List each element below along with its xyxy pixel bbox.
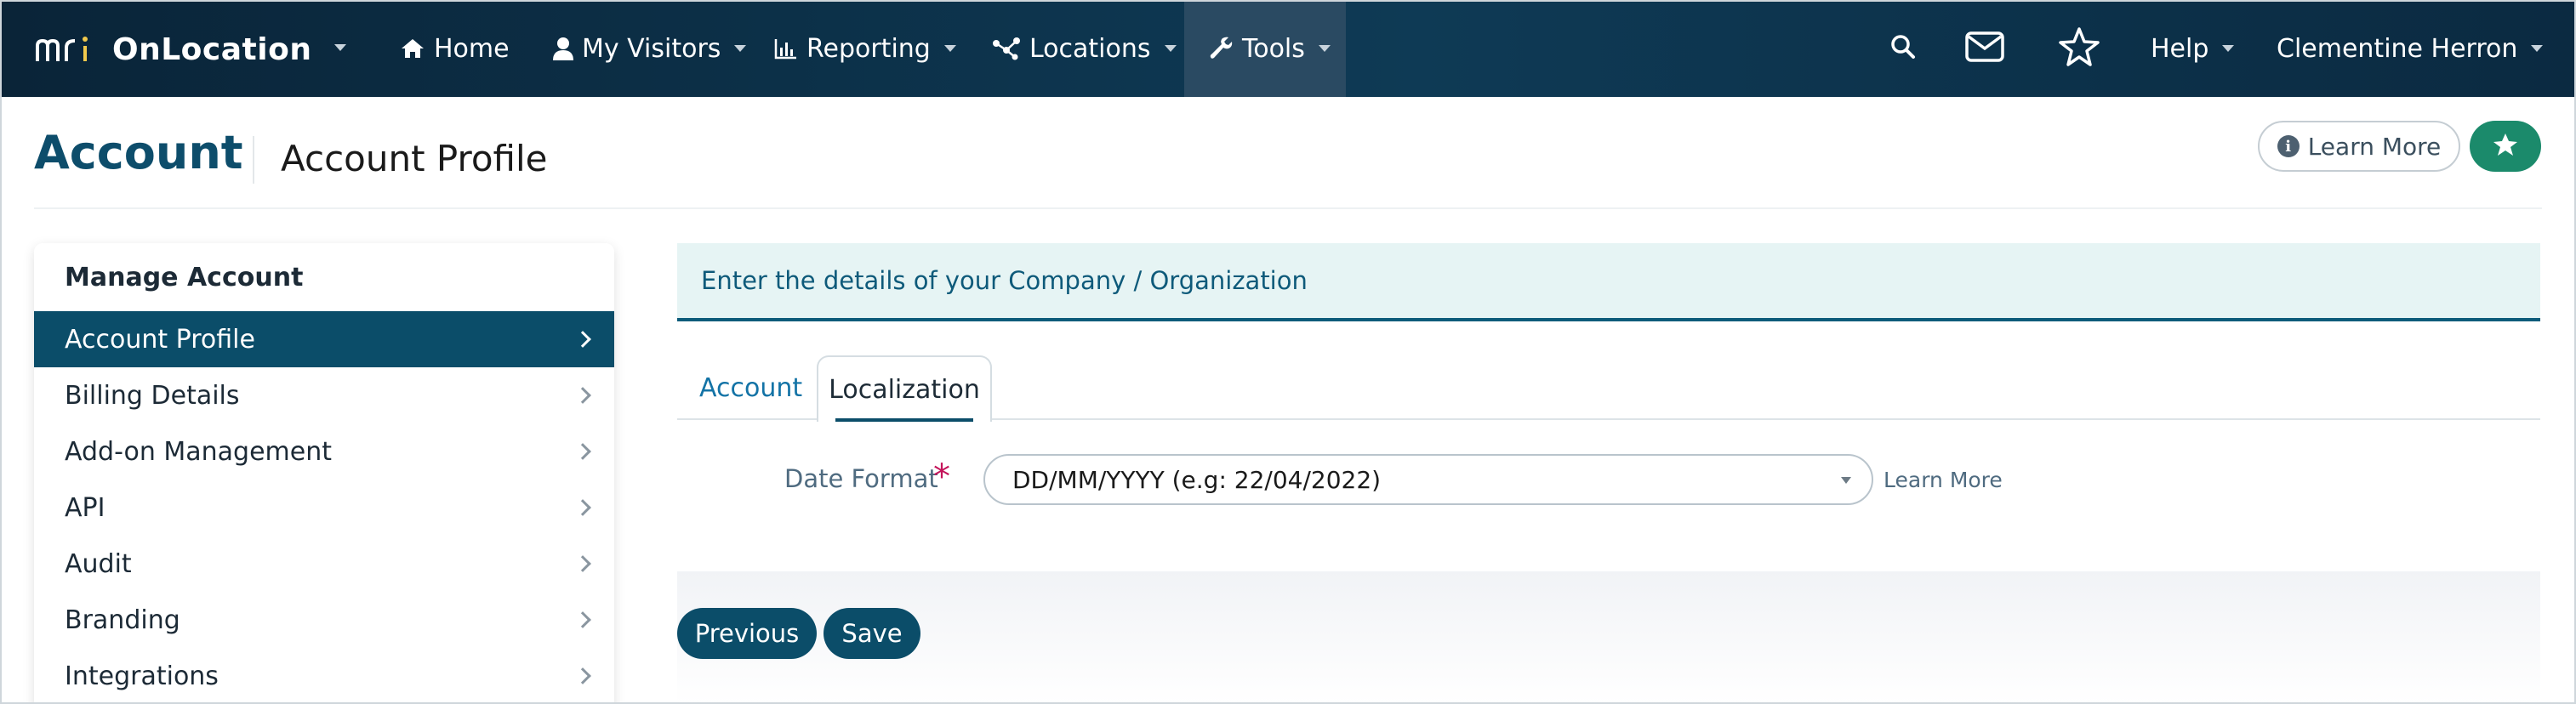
nav-reporting-label: Reporting [806,33,931,64]
previous-button-label: Previous [694,619,800,648]
nav-my-visitors-label: My Visitors [582,33,721,64]
sidebar-item-label: Billing Details [65,380,240,411]
save-button[interactable]: Save [824,608,920,659]
search-button[interactable] [1890,0,1916,97]
nav-my-visitors[interactable]: My Visitors [553,0,747,97]
date-format-label: Date Format [784,464,938,493]
dropdown-arrow-icon [1841,477,1851,484]
sidebar-heading: Manage Account [65,262,304,292]
nav-reporting[interactable]: Reporting [774,0,956,97]
sidebar-item-integrations[interactable]: Integrations [34,648,614,704]
chevron-right-icon [574,555,591,572]
nav-help[interactable]: Help [2151,0,2235,97]
chevron-right-icon [574,443,591,460]
sidebar-item-audit[interactable]: Audit [34,536,614,592]
add-favorite-button[interactable] [2470,121,2541,172]
sidebar-item-account-profile[interactable]: Account Profile [34,311,614,367]
tab-label: Account [699,372,803,403]
alert-text: Enter the details of your Company / Orga… [701,266,1308,295]
save-button-label: Save [841,619,903,648]
mri-logo-icon [36,37,88,61]
user-menu[interactable]: Clementine Herron [2277,0,2544,97]
network-icon [992,37,1021,60]
sidebar-item-label: Account Profile [65,324,255,355]
sidebar-item-label: API [65,492,105,523]
active-tab-indicator [835,418,973,422]
envelope-icon [1965,31,2004,66]
top-navbar: OnLocation Home My Visitors Reporting Lo… [0,0,2576,97]
info-icon: i [2277,135,2300,157]
user-icon [553,37,573,60]
chevron-down-icon [734,45,747,52]
sidebar-item-add-on-management[interactable]: Add-on Management [34,423,614,480]
sidebar-item-billing-details[interactable]: Billing Details [34,367,614,423]
chevron-down-icon [2222,45,2235,52]
required-indicator: * [933,457,950,497]
app-logo[interactable]: OnLocation [34,29,311,70]
bar-chart-icon [774,37,798,60]
date-format-learn-more-link[interactable]: Learn More [1884,468,2003,492]
tab-localization[interactable]: Localization [817,355,992,422]
sidebar-item-label: Add-on Management [65,436,332,467]
page-title: Account [34,126,243,179]
chevron-down-icon [943,45,956,52]
star-icon [2493,133,2518,161]
chevron-right-icon [574,667,591,684]
user-name: Clementine Herron [2277,33,2518,64]
header-divider [34,207,2542,209]
chevron-right-icon [574,331,591,348]
chevron-down-icon [2531,45,2544,52]
title-divider [253,136,254,184]
nav-help-label: Help [2151,33,2209,64]
nav-tools-label: Tools [1242,33,1305,64]
date-format-select[interactable]: DD/MM/YYYY (e.g: 22/04/2022) [983,454,1873,505]
chevron-right-icon [574,499,591,516]
chevron-down-icon [1318,45,1331,52]
nav-locations-label: Locations [1029,33,1151,64]
app-switcher-caret-icon[interactable] [334,44,346,51]
messages-button[interactable] [1965,0,2004,97]
previous-button[interactable]: Previous [677,608,817,659]
tab-label: Localization [829,374,980,405]
chevron-down-icon [1164,45,1177,52]
star-outline-icon [2057,26,2101,71]
tab-account[interactable]: Account [699,355,802,420]
search-icon [1890,34,1916,64]
sidebar-item-label: Audit [65,548,132,579]
date-format-value: DD/MM/YYYY (e.g: 22/04/2022) [1012,465,1382,494]
home-icon [400,37,425,60]
wrench-icon [1210,37,1234,60]
sidebar-item-label: Branding [65,605,180,635]
sidebar-item-branding[interactable]: Branding [34,592,614,648]
nav-locations[interactable]: Locations [992,0,1177,97]
nav-home-label: Home [434,33,510,64]
form-footer [677,571,2540,704]
sidebar-item-api[interactable]: API [34,480,614,536]
nav-home[interactable]: Home [400,0,510,97]
manage-account-sidebar: Manage Account Account Profile Billing D… [34,243,614,704]
page-subtitle: Account Profile [281,138,548,179]
info-alert: Enter the details of your Company / Orga… [677,243,2540,321]
learn-more-label: Learn More [2307,132,2442,161]
chevron-right-icon [574,611,591,628]
brand-name: OnLocation [112,31,312,67]
favorites-button[interactable] [2057,0,2101,97]
chevron-right-icon [574,387,591,404]
sidebar-item-label: Integrations [65,661,219,691]
nav-tools[interactable]: Tools [1184,0,1346,97]
learn-more-button[interactable]: i Learn More [2258,121,2460,172]
